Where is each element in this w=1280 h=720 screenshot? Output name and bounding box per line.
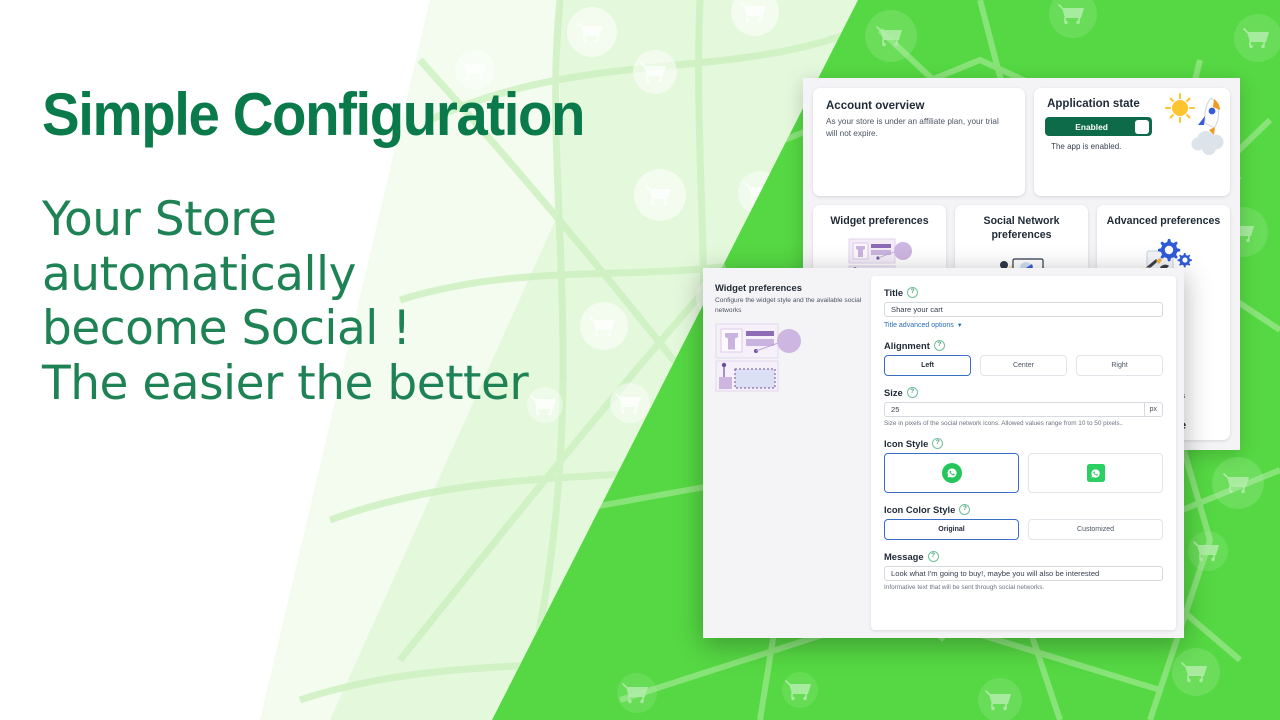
help-icon[interactable]: ? <box>927 551 939 562</box>
slide-canvas: Simple Configuration Your Store automati… <box>0 0 1280 720</box>
square-whatsapp-icon <box>1086 464 1105 482</box>
size-field-hint: Size in pixels of the social network ico… <box>884 420 1124 427</box>
title-field-label-row: Title ? <box>884 287 1163 298</box>
advanced-preferences-card-title: Advanced preferences <box>1106 215 1221 227</box>
size-input[interactable]: 25 px <box>884 402 1163 417</box>
hero-subtitle-line-3: become Social ! <box>42 301 411 357</box>
application-state-card: Application state Enabled The app is ena… <box>1034 88 1230 196</box>
message-input-value: Look what I'm going to buy!, maybe you w… <box>891 569 1100 578</box>
alignment-option-left[interactable]: Left <box>884 355 971 376</box>
hero-copy: Simple Configuration Your Store automati… <box>42 85 742 411</box>
help-icon[interactable]: ? <box>959 504 971 515</box>
icon-style-field-group: Icon Style ? <box>884 438 1163 493</box>
chevron-down-icon: ▼ <box>956 322 963 329</box>
icon-style-option-round[interactable] <box>884 453 1019 493</box>
widget-modal-sidebar: Widget preferences Configure the widget … <box>711 276 871 630</box>
account-overview-description: As your store is under an affiliate plan… <box>826 117 999 138</box>
hero-subtitle-line-2: automatically <box>42 246 356 302</box>
message-input[interactable]: Look what I'm going to buy!, maybe you w… <box>884 566 1163 581</box>
icon-style-field-label: Icon Style <box>884 438 929 449</box>
help-icon[interactable]: ? <box>932 438 944 449</box>
title-advanced-options-label: Title advanced options <box>884 322 954 329</box>
message-field-hint: Informative text that will be sent throu… <box>884 584 1045 591</box>
title-field-label: Title <box>884 287 904 298</box>
page-title: Simple Configuration <box>42 81 585 148</box>
alignment-field-group: Alignment ? Left Center Right <box>884 340 1163 376</box>
icon-style-option-square[interactable] <box>1028 453 1163 493</box>
title-advanced-options-link[interactable]: Title advanced options ▼ <box>884 322 1163 329</box>
widget-preferences-modal: Widget preferences Configure the widget … <box>703 268 1184 638</box>
icon-color-style-option-customized[interactable]: Customized <box>1028 519 1163 540</box>
widget-modal-form: Title ? Share your cart Title advanced o… <box>871 276 1176 630</box>
rocket-sun-icon <box>1165 93 1224 155</box>
help-icon[interactable]: ? <box>906 387 918 398</box>
size-field-group: Size ? 25 px Size in pixels of the socia… <box>884 387 1163 427</box>
title-field-group: Title ? Share your cart Title advanced o… <box>884 287 1163 329</box>
hero-subtitle: Your Store automatically become Social !… <box>42 192 742 411</box>
size-unit-suffix: px <box>1143 403 1162 416</box>
help-icon[interactable]: ? <box>933 340 945 351</box>
icon-style-field-label-row: Icon Style ? <box>884 438 1163 449</box>
alignment-field-label-row: Alignment ? <box>884 340 1163 351</box>
icon-color-style-field-label: Icon Color Style <box>884 504 956 515</box>
title-input[interactable]: Share your cart <box>884 302 1163 317</box>
size-field-label-row: Size ? <box>884 387 1163 398</box>
widget-preferences-card-title: Widget preferences <box>830 215 929 227</box>
dashboard-top-row: Account overview As your store is under … <box>813 88 1230 196</box>
alignment-segmented-control: Left Center Right <box>884 355 1163 376</box>
icon-color-style-field-group: Icon Color Style ? Original Customized <box>884 504 1163 540</box>
alignment-field-label: Alignment <box>884 340 930 351</box>
message-field-group: Message ? Look what I'm going to buy!, m… <box>884 551 1163 591</box>
message-field-label-row: Message ? <box>884 551 1163 562</box>
help-icon[interactable]: ? <box>907 287 919 298</box>
hero-subtitle-line-1: Your Store <box>42 192 277 247</box>
widget-modal-title: Widget preferences <box>715 282 802 293</box>
social-network-preferences-card-title: Social Network preferences <box>983 215 1060 241</box>
icon-style-segmented-control <box>884 453 1163 493</box>
toggle-knob <box>1135 119 1150 134</box>
alignment-option-center[interactable]: Center <box>980 355 1067 376</box>
message-field-label: Message <box>884 551 924 562</box>
account-overview-card: Account overview As your store is under … <box>813 88 1026 196</box>
alignment-option-right[interactable]: Right <box>1076 355 1163 376</box>
toggle-label: Enabled <box>1075 121 1108 132</box>
widget-layout-thumbnail <box>715 323 801 392</box>
icon-color-style-option-original[interactable]: Original <box>884 519 1019 540</box>
size-field-label: Size <box>884 387 903 398</box>
account-overview-title: Account overview <box>826 100 925 112</box>
round-whatsapp-icon <box>941 463 962 483</box>
widget-modal-description: Configure the widget style and the avail… <box>715 297 862 314</box>
icon-color-style-segmented-control: Original Customized <box>884 519 1163 540</box>
hero-subtitle-line-4: The easier the better <box>42 355 529 411</box>
application-state-toggle[interactable]: Enabled <box>1045 117 1153 136</box>
size-input-value: 25 <box>891 405 900 414</box>
icon-color-style-field-label-row: Icon Color Style ? <box>884 504 1163 515</box>
title-input-value: Share your cart <box>891 305 943 314</box>
